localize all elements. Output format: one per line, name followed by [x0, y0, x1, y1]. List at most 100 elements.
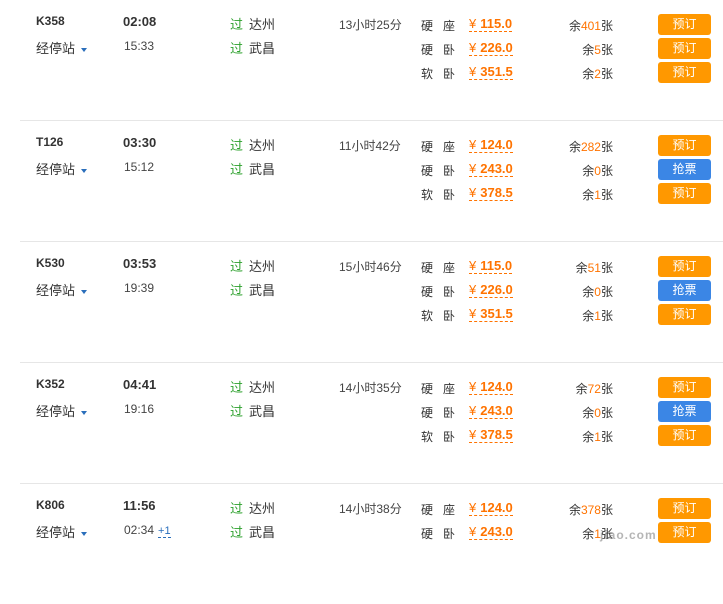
book-button[interactable]: 预订 [658, 304, 711, 325]
book-button[interactable]: 预订 [658, 62, 711, 83]
remaining-prefix: 余 [582, 527, 595, 541]
book-button[interactable]: 预订 [658, 377, 711, 398]
seat-price[interactable]: ¥243.0 [469, 161, 513, 177]
stops-label: 经停站 [36, 41, 76, 56]
seat-price[interactable]: ¥243.0 [469, 524, 513, 540]
watermark: jiao.com [600, 528, 657, 542]
arrival-time-value: 15:33 [124, 39, 155, 53]
seat-type: 软卧 [421, 430, 466, 444]
seat-price[interactable]: ¥378.5 [469, 185, 513, 201]
seat-price[interactable]: ¥124.0 [469, 500, 513, 516]
seat-type: 硬座 [421, 503, 466, 517]
stops-label: 经停站 [36, 162, 76, 177]
remaining-suffix: 张 [600, 261, 613, 275]
price-value: 378.5 [480, 427, 513, 442]
grab-ticket-button[interactable]: 抢票 [658, 401, 711, 422]
seat-type: 硬座 [421, 140, 466, 154]
remaining-prefix: 余 [575, 382, 588, 396]
seat-price[interactable]: ¥124.0 [469, 137, 513, 153]
seat-price[interactable]: ¥351.5 [469, 306, 513, 322]
remaining-count: 0 [594, 285, 601, 299]
departure-time: 02:08 [123, 14, 157, 29]
currency-symbol: ¥ [469, 403, 477, 418]
departure-time: 03:53 [123, 256, 157, 271]
remaining-prefix: 余 [582, 309, 595, 323]
pass-tag: 过 [230, 404, 244, 419]
remaining-count: 51 [587, 261, 601, 275]
remaining-prefix: 余 [568, 503, 581, 517]
grab-ticket-button[interactable]: 抢票 [658, 280, 711, 301]
pass-tag: 过 [230, 283, 244, 298]
book-button[interactable]: 预订 [658, 14, 711, 35]
remaining-tickets: 余0张 [543, 283, 613, 300]
train-row: K352 经停站 04:41 19:16 过达州过武昌 14小时35分 硬座 ¥124.0 余7… [20, 363, 723, 484]
arrival-time: 19:39 [124, 281, 154, 295]
seat-price[interactable]: ¥124.0 [469, 379, 513, 395]
book-button[interactable]: 预订 [658, 256, 711, 277]
remaining-prefix: 余 [582, 406, 595, 420]
to-station: 过武昌 [230, 38, 275, 57]
price-value: 124.0 [480, 137, 513, 152]
train-number[interactable]: K352 [36, 377, 65, 391]
to-station: 过武昌 [230, 522, 275, 541]
currency-symbol: ¥ [469, 185, 477, 200]
stops-link[interactable]: 经停站 [36, 522, 88, 541]
book-button[interactable]: 预订 [658, 498, 711, 519]
seat-type: 软卧 [421, 309, 466, 323]
grab-ticket-button[interactable]: 抢票 [658, 159, 711, 180]
arrival-time-value: 19:39 [124, 281, 155, 295]
seat-type: 硬卧 [421, 164, 466, 178]
currency-symbol: ¥ [469, 64, 477, 79]
currency-symbol: ¥ [469, 427, 477, 442]
seat-price[interactable]: ¥243.0 [469, 403, 513, 419]
duration: 11小时42分 [339, 139, 401, 153]
arrival-time: 15:33 [124, 39, 154, 53]
remaining-suffix: 张 [600, 140, 613, 154]
from-station-name: 达州 [249, 380, 276, 395]
remaining-suffix: 张 [600, 406, 613, 420]
train-number[interactable]: K530 [36, 256, 65, 270]
train-number[interactable]: K806 [36, 498, 65, 512]
arrival-time-value: 02:34 [124, 523, 155, 537]
seat-price[interactable]: ¥226.0 [469, 282, 513, 298]
seat-price[interactable]: ¥351.5 [469, 64, 513, 80]
seat-price[interactable]: ¥378.5 [469, 427, 513, 443]
to-station-name: 武昌 [249, 404, 276, 419]
remaining-tickets: 余51张 [543, 259, 613, 276]
book-button[interactable]: 预订 [658, 38, 711, 59]
arrival-time: 02:34 +1 [124, 523, 171, 538]
stops-link[interactable]: 经停站 [36, 280, 88, 299]
book-button[interactable]: 预订 [658, 183, 711, 204]
seat-price[interactable]: ¥115.0 [469, 16, 513, 32]
pass-tag: 过 [230, 17, 244, 32]
remaining-count: 0 [594, 406, 601, 420]
train-number[interactable]: K358 [36, 14, 65, 28]
currency-symbol: ¥ [469, 16, 477, 31]
stops-link[interactable]: 经停站 [36, 38, 88, 57]
seat-price[interactable]: ¥226.0 [469, 40, 513, 56]
remaining-tickets: 余0张 [543, 404, 613, 421]
stops-label: 经停站 [36, 404, 76, 419]
currency-symbol: ¥ [469, 500, 477, 515]
stops-link[interactable]: 经停站 [36, 159, 88, 178]
departure-time: 11:56 [123, 498, 156, 513]
remaining-prefix: 余 [582, 67, 595, 81]
book-button[interactable]: 预订 [658, 425, 711, 446]
seat-type: 硬座 [421, 19, 466, 33]
pass-tag: 过 [230, 41, 244, 56]
book-button[interactable]: 预订 [658, 135, 711, 156]
arrival-time-value: 15:12 [124, 160, 155, 174]
train-number[interactable]: T126 [36, 135, 63, 149]
currency-symbol: ¥ [469, 306, 477, 321]
currency-symbol: ¥ [469, 258, 477, 273]
currency-symbol: ¥ [469, 137, 477, 152]
remaining-tickets: 余282张 [543, 138, 613, 155]
currency-symbol: ¥ [469, 524, 477, 539]
remaining-prefix: 余 [582, 164, 595, 178]
stops-link[interactable]: 经停站 [36, 401, 88, 420]
departure-time: 04:41 [123, 377, 157, 392]
seat-type: 软卧 [421, 67, 466, 81]
remaining-suffix: 张 [600, 67, 613, 81]
next-day-badge[interactable]: +1 [158, 525, 171, 538]
seat-price[interactable]: ¥115.0 [469, 258, 513, 274]
